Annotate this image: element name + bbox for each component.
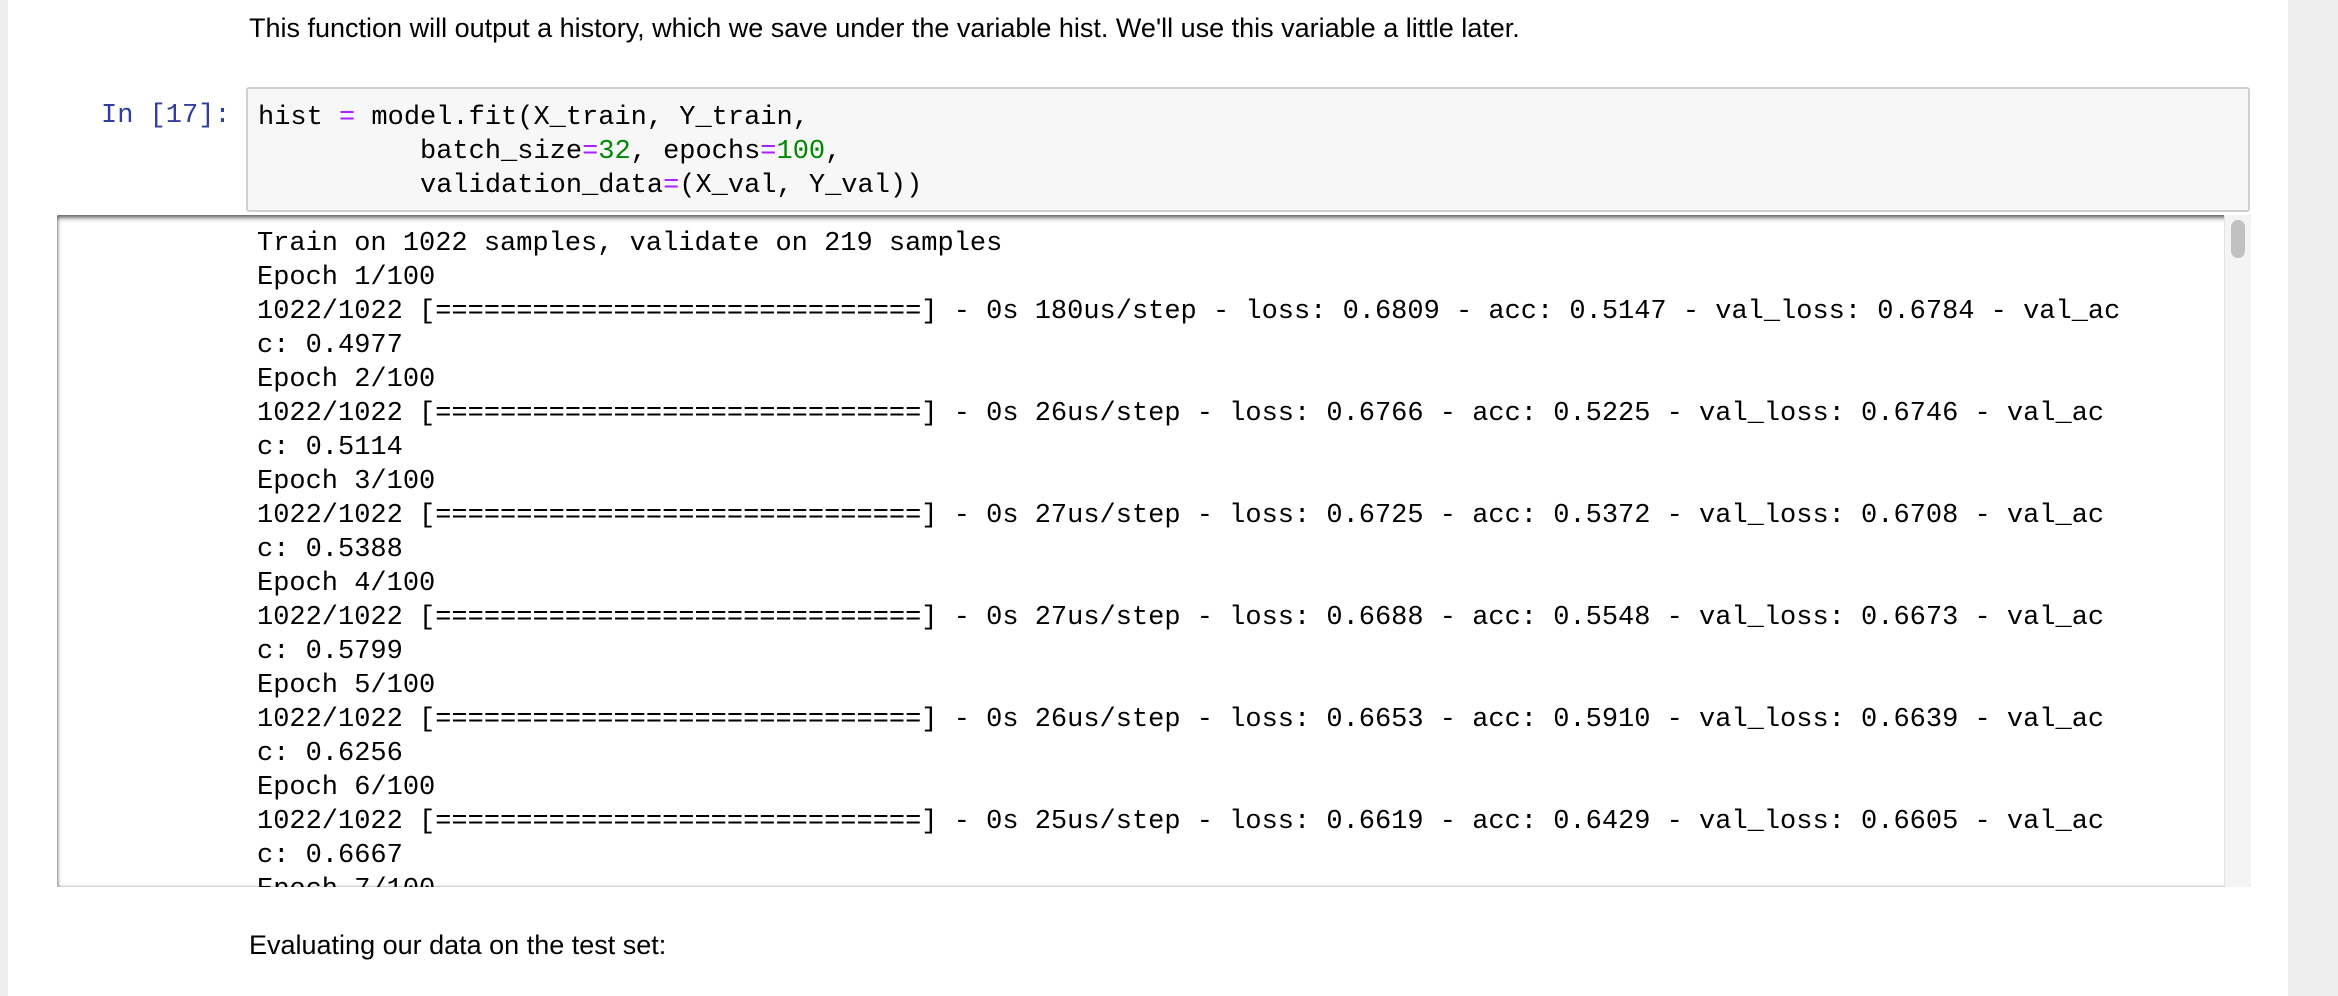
output-line: c: 0.5799 [257,637,403,667]
output-line: 1022/1022 [=============================… [257,807,2105,837]
code-cell-editor[interactable]: hist = model.fit(X_train, Y_train, batch… [246,87,2250,212]
notebook-page: This function will output a history, whi… [8,0,2288,996]
code-token: , [825,137,842,167]
code-token: (X_val, Y_val)) [679,171,923,201]
output-line: 1022/1022 [=============================… [257,705,2105,735]
code-line-1: hist = model.fit(X_train, Y_train, [258,101,809,135]
output-line: Epoch 5/100 [257,671,436,701]
code-operator: = [760,137,777,167]
output-scrollbar[interactable] [2224,215,2251,887]
code-operator: = [582,137,599,167]
code-operator: = [339,103,356,133]
code-token: batch_size [258,137,583,167]
scrollbar-thumb[interactable] [2231,220,2245,258]
output-line: Epoch 2/100 [257,365,436,395]
output-line: Train on 1022 samples, validate on 219 s… [257,229,1003,259]
code-number: 32 [598,137,631,167]
output-line: Epoch 6/100 [257,773,436,803]
output-line: 1022/1022 [=============================… [257,603,2105,633]
output-line: Epoch 7/100 [257,873,2227,887]
output-text: Train on 1022 samples, validate on 219 s… [257,227,2227,887]
output-line: Epoch 3/100 [257,467,436,497]
code-line-3: validation_data=(X_val, Y_val)) [258,169,922,203]
cell-output-area[interactable]: Train on 1022 samples, validate on 219 s… [57,215,2251,887]
cell-input-prompt: In [17]: [101,101,231,131]
code-number: 100 [776,137,826,167]
markdown-outro-text: Evaluating our data on the test set: [249,930,667,960]
markdown-intro-text: This function will output a history, whi… [249,13,1520,43]
code-token: model.fit(X_train, Y_train, [355,103,809,133]
output-line: Epoch 1/100 [257,263,436,293]
output-line: c: 0.5114 [257,433,403,463]
output-line: c: 0.6667 [257,841,403,871]
output-line: c: 0.6256 [257,739,403,769]
output-line: 1022/1022 [=============================… [257,297,2121,327]
code-operator: = [663,171,680,201]
code-token: hist [258,103,340,133]
output-line: 1022/1022 [=============================… [257,501,2105,531]
code-token: validation_data [258,171,664,201]
code-line-2: batch_size=32, epochs=100, [258,135,841,169]
output-line: 1022/1022 [=============================… [257,399,2105,429]
output-line: Epoch 4/100 [257,569,436,599]
code-token: , epochs [630,137,761,167]
output-line: c: 0.4977 [257,331,403,361]
output-line: c: 0.5388 [257,535,403,565]
